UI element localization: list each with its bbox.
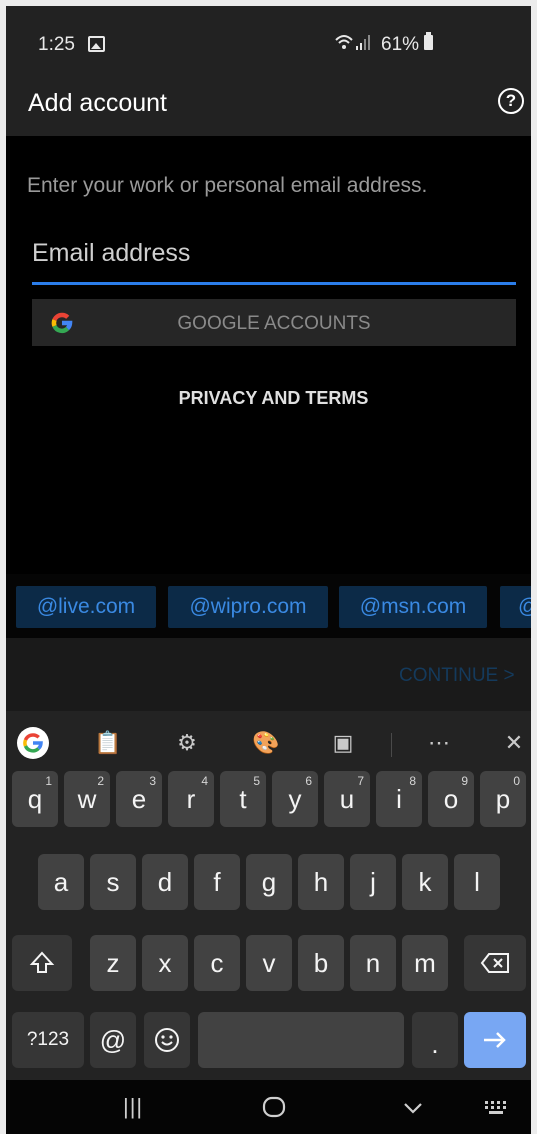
- recent-apps-icon[interactable]: |||: [123, 1094, 143, 1120]
- key-h[interactable]: h: [298, 854, 344, 910]
- navigation-bar: |||: [6, 1080, 531, 1134]
- key-l[interactable]: l: [454, 854, 500, 910]
- enter-key[interactable]: [464, 1012, 526, 1068]
- key-hint: 8: [409, 774, 416, 788]
- key-label: w: [77, 783, 97, 814]
- domain-chip-msn[interactable]: @msn.com: [339, 586, 487, 628]
- key-s[interactable]: s: [90, 854, 136, 910]
- gear-icon[interactable]: ⚙: [174, 730, 200, 756]
- key-j[interactable]: j: [350, 854, 396, 910]
- key-hint: 3: [149, 774, 156, 788]
- key-a[interactable]: a: [38, 854, 84, 910]
- google-icon[interactable]: [16, 726, 50, 760]
- key-u[interactable]: u7: [324, 771, 370, 827]
- key-z[interactable]: z: [90, 935, 136, 991]
- keyboard: 📋 ⚙ 🎨 ▣ ⋯ ✕ q1 w2 e3 r4 t5 y6 u7 i8 o9 p…: [6, 711, 531, 1080]
- at-key[interactable]: @: [90, 1012, 136, 1068]
- screenshot-icon[interactable]: ▣: [330, 730, 356, 756]
- battery-icon: [424, 32, 433, 50]
- key-m[interactable]: m: [402, 935, 448, 991]
- palette-icon[interactable]: 🎨: [252, 730, 279, 756]
- key-e[interactable]: e3: [116, 771, 162, 827]
- key-hint: 9: [461, 774, 468, 788]
- phone-screen: 1:25 61% Add account ? Enter your work o…: [6, 6, 531, 1134]
- key-n[interactable]: n: [350, 935, 396, 991]
- email-input[interactable]: [32, 228, 516, 278]
- key-w[interactable]: w2: [64, 771, 110, 827]
- arrow-right-icon: [484, 1032, 506, 1048]
- status-bar: 1:25 61%: [6, 6, 531, 78]
- key-r[interactable]: r4: [168, 771, 214, 827]
- key-label: p: [495, 783, 511, 814]
- privacy-terms-link[interactable]: PRIVACY AND TERMS: [6, 388, 531, 409]
- key-hint: 6: [305, 774, 312, 788]
- key-label: y: [288, 783, 302, 814]
- shift-icon: [29, 951, 55, 973]
- key-label: q: [27, 783, 43, 814]
- key-hint: 5: [253, 774, 260, 788]
- more-icon[interactable]: ⋯: [426, 730, 452, 756]
- domain-chip-wipro[interactable]: @wipro.com: [168, 586, 328, 628]
- key-hint: 0: [513, 774, 520, 788]
- home-icon[interactable]: [262, 1096, 286, 1118]
- backspace-key[interactable]: [464, 935, 526, 991]
- key-label: e: [131, 783, 147, 814]
- key-hint: 7: [357, 774, 364, 788]
- key-label: i: [396, 783, 402, 814]
- wifi-icon: [335, 35, 353, 49]
- shift-key[interactable]: [12, 935, 72, 991]
- key-i[interactable]: i8: [376, 771, 422, 827]
- key-label: o: [443, 783, 459, 814]
- help-icon[interactable]: ?: [498, 88, 524, 114]
- key-y[interactable]: y6: [272, 771, 318, 827]
- key-v[interactable]: v: [246, 935, 292, 991]
- chevron-down-icon[interactable]: [403, 1102, 423, 1114]
- clipboard-icon[interactable]: 📋: [94, 730, 121, 756]
- emoji-key[interactable]: [144, 1012, 190, 1068]
- space-bar[interactable]: [198, 1012, 404, 1068]
- key-x[interactable]: x: [142, 935, 188, 991]
- key-hint: 4: [201, 774, 208, 788]
- domain-chip-live[interactable]: @live.com: [16, 586, 156, 628]
- gallery-icon: [88, 36, 105, 52]
- key-label: u: [339, 783, 355, 814]
- emoji-icon: [155, 1028, 179, 1052]
- domain-suggestions: @live.com @wipro.com @msn.com @: [6, 574, 531, 638]
- key-label: r: [186, 783, 196, 814]
- key-hint: 2: [97, 774, 104, 788]
- key-c[interactable]: c: [194, 935, 240, 991]
- mic-off-icon[interactable]: ✕: [501, 730, 527, 756]
- email-prompt: Enter your work or personal email addres…: [27, 174, 428, 197]
- page-title: Add account: [28, 89, 167, 117]
- google-accounts-label: GOOGLE ACCOUNTS: [177, 313, 371, 334]
- status-time: 1:25: [38, 34, 75, 55]
- keyboard-icon[interactable]: [484, 1100, 510, 1116]
- symbols-key[interactable]: ?123: [12, 1012, 84, 1068]
- continue-button[interactable]: CONTINUE >: [399, 665, 515, 687]
- domain-chip-partial[interactable]: @: [500, 586, 531, 628]
- battery-percent: 61%: [381, 34, 420, 55]
- key-p[interactable]: p0: [480, 771, 526, 827]
- continue-bar: CONTINUE >: [6, 638, 531, 711]
- key-k[interactable]: k: [402, 854, 448, 910]
- google-accounts-button[interactable]: GOOGLE ACCOUNTS: [32, 299, 516, 346]
- key-t[interactable]: t5: [220, 771, 266, 827]
- key-hint: 1: [45, 774, 52, 788]
- email-field[interactable]: [32, 228, 516, 285]
- key-o[interactable]: o9: [428, 771, 474, 827]
- key-b[interactable]: b: [298, 935, 344, 991]
- signal-icon: [356, 35, 370, 50]
- key-label: t: [239, 783, 247, 814]
- app-bar: Add account ?: [6, 78, 531, 136]
- period-key[interactable]: .: [412, 1012, 458, 1068]
- key-q[interactable]: q1: [12, 771, 58, 827]
- key-g[interactable]: g: [246, 854, 292, 910]
- toolbar-divider: [391, 733, 392, 757]
- key-f[interactable]: f: [194, 854, 240, 910]
- key-d[interactable]: d: [142, 854, 188, 910]
- backspace-icon: [480, 953, 509, 973]
